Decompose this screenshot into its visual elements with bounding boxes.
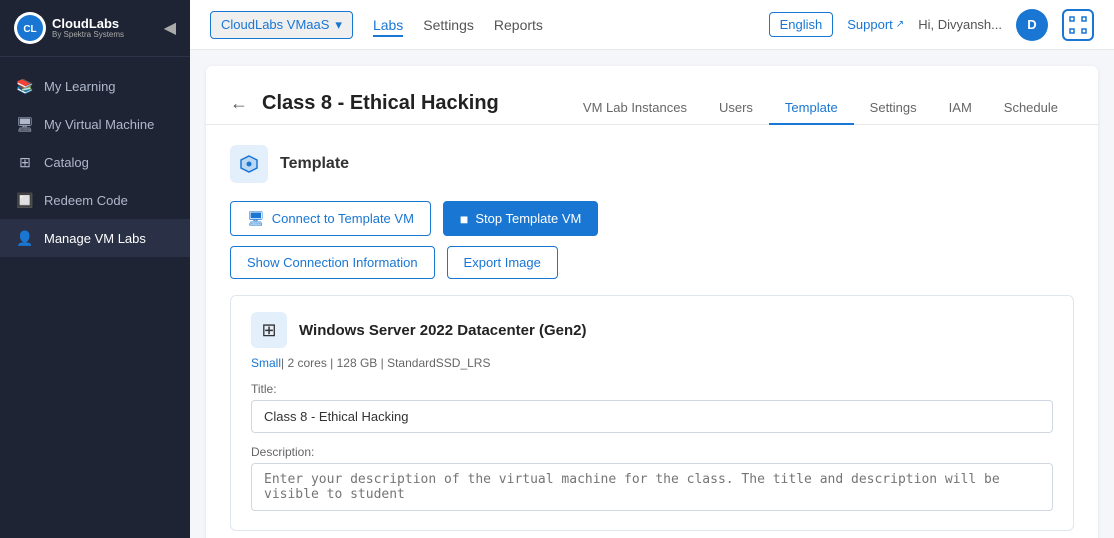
connect-label: Connect to Template VM bbox=[272, 211, 414, 226]
redeem-icon: 🔲 bbox=[16, 191, 34, 209]
tab-schedule[interactable]: Schedule bbox=[988, 92, 1074, 125]
sidebar-item-label: My Virtual Machine bbox=[44, 117, 154, 132]
vm-card: ⊞ Windows Server 2022 Datacenter (Gen2) … bbox=[230, 295, 1074, 531]
tab-users[interactable]: Users bbox=[703, 92, 769, 125]
page-title: Class 8 - Ethical Hacking bbox=[262, 92, 557, 115]
sidebar-logo: CL CloudLabs By Spektra Systems ◀ bbox=[0, 0, 190, 57]
sidebar-item-label: Catalog bbox=[44, 155, 89, 170]
sidebar-collapse-button[interactable]: ◀ bbox=[164, 18, 176, 38]
external-link-icon: ↗ bbox=[896, 19, 904, 30]
sidebar-item-manage-vm-labs[interactable]: 👤 Manage VM Labs bbox=[0, 219, 190, 257]
stop-template-button[interactable]: ■ Stop Template VM bbox=[443, 201, 598, 236]
title-label: Title: bbox=[251, 382, 1053, 396]
my-vm-icon: 🖥 bbox=[16, 115, 34, 133]
page-header: ← Class 8 - Ethical Hacking VM Lab Insta… bbox=[206, 66, 1098, 125]
show-connection-label: Show Connection Information bbox=[247, 255, 418, 270]
tab-settings[interactable]: Settings bbox=[854, 92, 933, 125]
windows-icon: ⊞ bbox=[251, 312, 287, 348]
export-image-label: Export Image bbox=[464, 255, 541, 270]
sidebar-item-my-learning[interactable]: 📚 My Learning bbox=[0, 67, 190, 105]
sidebar-item-catalog[interactable]: ⊞ Catalog bbox=[0, 143, 190, 181]
back-button[interactable]: ← bbox=[230, 93, 248, 114]
brand-name: CloudLabs bbox=[52, 17, 124, 30]
page-body: ← Class 8 - Ethical Hacking VM Lab Insta… bbox=[190, 50, 1114, 538]
page-card: ← Class 8 - Ethical Hacking VM Lab Insta… bbox=[206, 66, 1098, 538]
tab-reports[interactable]: Reports bbox=[494, 13, 543, 37]
sidebar-item-label: My Learning bbox=[44, 79, 116, 94]
camera-icon[interactable] bbox=[1062, 9, 1094, 41]
tab-settings[interactable]: Settings bbox=[423, 13, 474, 37]
export-image-button[interactable]: Export Image bbox=[447, 246, 558, 279]
support-label: Support bbox=[847, 17, 893, 32]
sidebar: CL CloudLabs By Spektra Systems ◀ 📚 My L… bbox=[0, 0, 190, 538]
catalog-icon: ⊞ bbox=[16, 153, 34, 171]
stop-label: Stop Template VM bbox=[475, 211, 581, 226]
template-icon-box bbox=[230, 145, 268, 183]
btn-row-2: Show Connection Information Export Image bbox=[230, 246, 1074, 279]
show-connection-button[interactable]: Show Connection Information bbox=[230, 246, 435, 279]
btn-row-1: 🖥 Connect to Template VM ■ Stop Template… bbox=[230, 201, 1074, 236]
tab-template[interactable]: Template bbox=[769, 92, 854, 125]
topnav-right: English Support ↗ Hi, Divyansh... D bbox=[769, 9, 1094, 41]
sidebar-item-redeem-code[interactable]: 🔲 Redeem Code bbox=[0, 181, 190, 219]
chevron-down-icon: ▾ bbox=[335, 17, 342, 33]
vm-header: ⊞ Windows Server 2022 Datacenter (Gen2) bbox=[251, 312, 1053, 348]
vm-specs: Small| 2 cores | 128 GB | StandardSSD_LR… bbox=[251, 356, 1053, 370]
sidebar-item-label: Redeem Code bbox=[44, 193, 128, 208]
tab-labs[interactable]: Labs bbox=[373, 13, 403, 37]
page-tabs: VM Lab Instances Users Template Settings… bbox=[567, 92, 1074, 124]
topnav: CloudLabs VMaaS ▾ Labs Settings Reports … bbox=[190, 0, 1114, 50]
sidebar-item-label: Manage VM Labs bbox=[44, 231, 146, 246]
sidebar-item-my-vm[interactable]: 🖥 My Virtual Machine bbox=[0, 105, 190, 143]
logo-area: CL CloudLabs By Spektra Systems bbox=[14, 12, 124, 44]
section-header: Template bbox=[230, 145, 1074, 183]
sidebar-nav: 📚 My Learning 🖥 My Virtual Machine ⊞ Cat… bbox=[0, 57, 190, 538]
main-content: CloudLabs VMaaS ▾ Labs Settings Reports … bbox=[190, 0, 1114, 538]
section-title: Template bbox=[280, 155, 349, 173]
topnav-links: Labs Settings Reports bbox=[373, 13, 543, 37]
user-greeting: Hi, Divyansh... bbox=[918, 17, 1002, 32]
template-section: Template 🖥 Connect to Template VM ■ Stop… bbox=[206, 125, 1098, 538]
logo-text: CloudLabs By Spektra Systems bbox=[52, 17, 124, 40]
size-tag: Small bbox=[251, 356, 281, 370]
brand-sub: By Spektra Systems bbox=[52, 30, 124, 40]
vm-name: Windows Server 2022 Datacenter (Gen2) bbox=[299, 322, 586, 339]
language-button[interactable]: English bbox=[769, 12, 834, 37]
manage-vm-icon: 👤 bbox=[16, 229, 34, 247]
description-label: Description: bbox=[251, 445, 1053, 459]
logo-icon: CL bbox=[14, 12, 46, 44]
monitor-icon: 🖥 bbox=[247, 210, 265, 227]
specs-text: | 2 cores | 128 GB | StandardSSD_LRS bbox=[281, 356, 490, 370]
support-link[interactable]: Support ↗ bbox=[847, 17, 904, 32]
vmaas-dropdown[interactable]: CloudLabs VMaaS ▾ bbox=[210, 11, 353, 39]
svg-text:CL: CL bbox=[23, 24, 36, 35]
tab-iam[interactable]: IAM bbox=[933, 92, 988, 125]
tab-vm-lab-instances[interactable]: VM Lab Instances bbox=[567, 92, 703, 125]
description-textarea[interactable] bbox=[251, 463, 1053, 511]
my-learning-icon: 📚 bbox=[16, 77, 34, 95]
connect-template-button[interactable]: 🖥 Connect to Template VM bbox=[230, 201, 431, 236]
dropdown-label: CloudLabs VMaaS bbox=[221, 17, 329, 32]
stop-icon: ■ bbox=[460, 211, 468, 227]
user-avatar[interactable]: D bbox=[1016, 9, 1048, 41]
title-input[interactable] bbox=[251, 400, 1053, 433]
